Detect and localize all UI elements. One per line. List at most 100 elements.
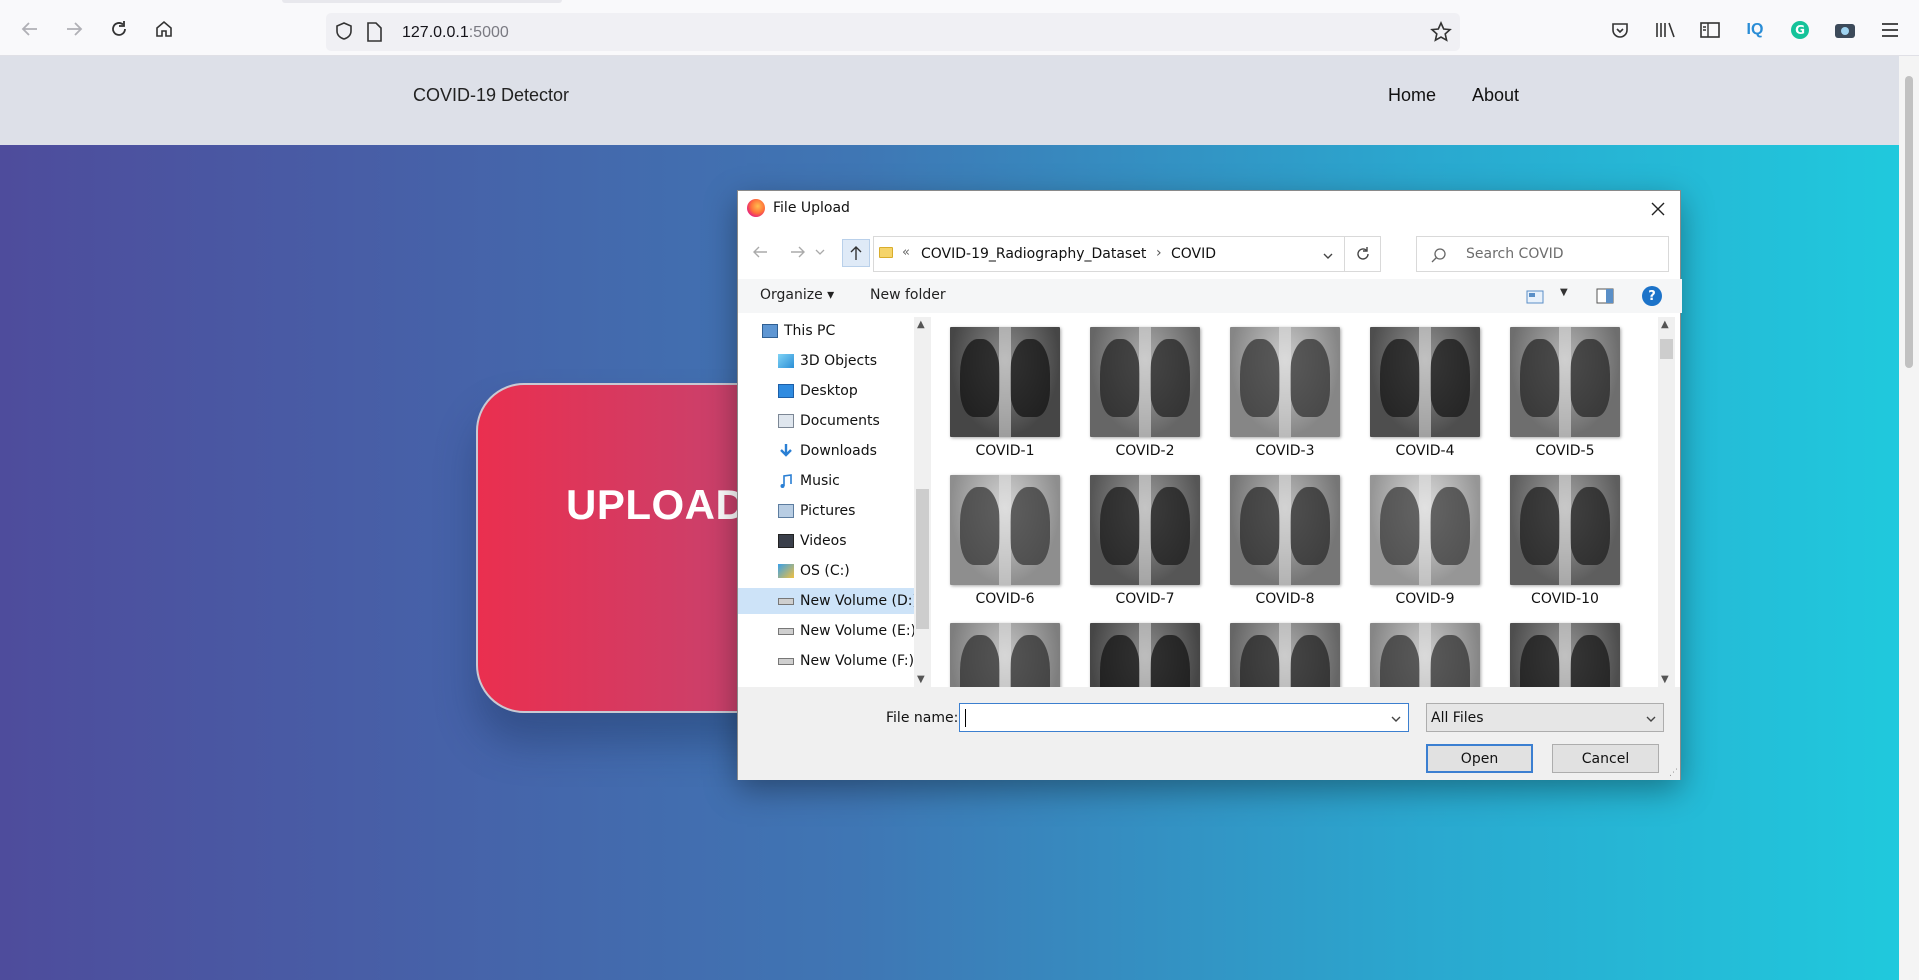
forward-icon[interactable] (60, 15, 88, 43)
navigation-pane: This PC 3D Objects Desktop Documents Downloa… (738, 317, 918, 687)
file-name-label: File name: (886, 710, 959, 726)
breadcrumb[interactable]: « COVID-19_Radiography_Dataset › COVID (873, 236, 1345, 272)
file-type-select[interactable]: All Files (1426, 703, 1664, 732)
file-item[interactable]: COVID-7 (1077, 469, 1207, 617)
file-item[interactable]: COVID-1 (937, 321, 1067, 469)
file-item[interactable] (1497, 617, 1627, 687)
recent-locations-icon[interactable] (814, 242, 826, 262)
view-options-icon[interactable] (1526, 289, 1544, 308)
nav-home-link[interactable]: Home (1388, 85, 1436, 106)
scroll-down-icon[interactable]: ▼ (917, 674, 925, 685)
file-name-label: COVID-7 (1115, 591, 1175, 607)
back-arrow-icon[interactable] (750, 242, 770, 262)
nav-tree-item[interactable]: Downloads (738, 438, 914, 464)
file-item[interactable]: COVID-2 (1077, 321, 1207, 469)
file-item[interactable]: COVID-8 (1217, 469, 1347, 617)
file-name-field[interactable] (959, 703, 1409, 732)
file-item[interactable] (1357, 617, 1487, 687)
close-icon[interactable] (1646, 197, 1670, 221)
file-item[interactable] (937, 617, 1067, 687)
nav-tree-item[interactable]: 3D Objects (738, 348, 914, 374)
nav-tree-item[interactable]: New Volume (F:) (738, 648, 914, 674)
file-grid-scrollbar[interactable]: ▲ ▼ (1658, 317, 1675, 687)
file-type-value: All Files (1431, 710, 1484, 726)
file-item[interactable]: COVID-9 (1357, 469, 1487, 617)
resize-grip-icon[interactable]: ⋰ (1669, 768, 1678, 778)
breadcrumb-overflow[interactable]: « (902, 245, 910, 260)
bookmark-star-icon[interactable] (1430, 21, 1452, 48)
scroll-up-icon[interactable]: ▲ (917, 319, 925, 330)
nav-tree-item[interactable]: Documents (738, 408, 914, 434)
page-scrollbar[interactable] (1899, 56, 1919, 980)
nav-about-link[interactable]: About (1472, 85, 1519, 106)
xray-thumbnail (1370, 327, 1480, 437)
reload-icon[interactable] (105, 15, 133, 43)
refresh-button[interactable] (1345, 236, 1381, 272)
xray-thumbnail (1370, 623, 1480, 687)
organize-button[interactable]: Organize ▾ (760, 287, 834, 303)
url-text[interactable]: 127.0.0.1:5000 (402, 24, 509, 42)
file-item[interactable] (1077, 617, 1207, 687)
breadcrumb-parent[interactable]: COVID-19_Radiography_Dataset (921, 246, 1146, 262)
page-info-icon[interactable] (366, 22, 382, 47)
new-folder-button[interactable]: New folder (870, 287, 946, 303)
url-bar[interactable]: 127.0.0.1:5000 (326, 13, 1460, 51)
chevron-down-icon[interactable] (1322, 247, 1334, 266)
tracking-shield-icon[interactable] (334, 21, 354, 46)
nav-tree-item[interactable]: Music (738, 468, 914, 494)
file-item[interactable]: COVID-4 (1357, 321, 1487, 469)
videos-icon (778, 534, 794, 548)
sidebar-icon[interactable] (1699, 19, 1721, 41)
library-icon[interactable] (1654, 19, 1676, 41)
computer-icon (762, 324, 778, 338)
nav-tree-label: Documents (800, 413, 880, 429)
nav-tree-item[interactable]: New Volume (E:) (738, 618, 916, 644)
scroll-up-icon[interactable]: ▲ (1661, 319, 1669, 330)
cancel-button[interactable]: Cancel (1552, 744, 1659, 773)
navigation-scrollbar[interactable]: ▲ ▼ (914, 317, 931, 687)
screenshot-extension-icon[interactable] (1834, 19, 1856, 41)
site-brand[interactable]: COVID-19 Detector (413, 85, 569, 106)
nav-tree-item[interactable]: OS (C:) (738, 558, 914, 584)
file-item[interactable]: COVID-10 (1497, 469, 1627, 617)
pocket-icon[interactable] (1609, 19, 1631, 41)
home-icon[interactable] (150, 15, 178, 43)
nav-tree-item[interactable]: This PC (738, 318, 914, 344)
up-folder-button[interactable] (842, 239, 870, 267)
navigation-scrollbar-thumb[interactable] (916, 489, 929, 629)
breadcrumb-current[interactable]: COVID (1171, 246, 1216, 262)
nav-tree-label: New Volume (F:) (800, 653, 915, 669)
file-item[interactable] (1217, 617, 1347, 687)
view-dropdown-icon[interactable]: ▼ (1560, 287, 1568, 298)
nav-tree-item[interactable]: Desktop (738, 378, 914, 404)
file-item[interactable]: COVID-6 (937, 469, 1067, 617)
iq-extension-icon[interactable]: IQ (1744, 19, 1766, 41)
file-name-label: COVID-9 (1395, 591, 1455, 607)
file-item[interactable]: COVID-3 (1217, 321, 1347, 469)
breadcrumb-separator[interactable]: › (1156, 245, 1162, 261)
xray-thumbnail (1090, 475, 1200, 585)
chevron-down-icon[interactable] (1390, 710, 1402, 729)
file-grid-scrollbar-thumb[interactable] (1660, 339, 1673, 359)
file-item[interactable]: COVID-5 (1497, 321, 1627, 469)
nav-tree-item[interactable]: Videos (738, 528, 914, 554)
drive-icon (778, 658, 794, 665)
file-name-label: COVID-4 (1395, 443, 1455, 459)
scroll-down-icon[interactable]: ▼ (1661, 674, 1669, 685)
back-icon[interactable] (16, 15, 44, 43)
documents-icon (778, 414, 794, 428)
help-icon[interactable]: ? (1642, 286, 1662, 306)
browser-tab[interactable] (282, 0, 562, 3)
forward-arrow-icon[interactable] (788, 242, 808, 262)
page-scrollbar-thumb[interactable] (1905, 76, 1913, 368)
open-button[interactable]: Open (1426, 744, 1533, 773)
search-icon (1431, 247, 1447, 267)
chevron-down-icon (1645, 710, 1657, 729)
grammarly-icon[interactable]: G (1789, 19, 1811, 41)
search-input[interactable]: Search COVID (1416, 236, 1669, 272)
file-name-label: COVID-1 (975, 443, 1035, 459)
menu-icon[interactable] (1879, 19, 1901, 41)
preview-pane-icon[interactable] (1596, 288, 1614, 308)
nav-tree-item[interactable]: Pictures (738, 498, 914, 524)
nav-tree-item[interactable]: New Volume (D:) (738, 588, 918, 614)
